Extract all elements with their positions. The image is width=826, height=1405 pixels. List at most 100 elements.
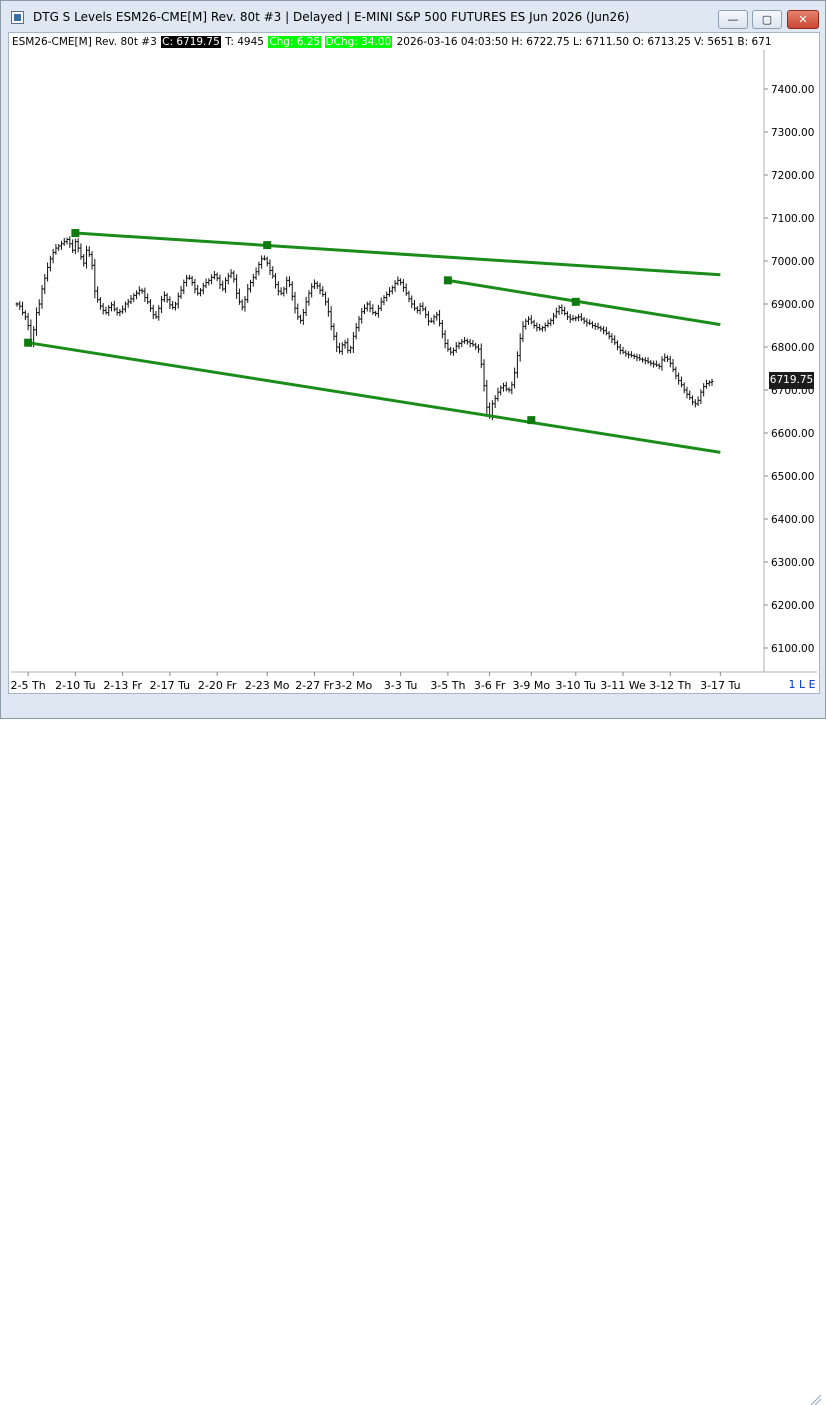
chart-panel[interactable]: 6100.00 6200.00 6300.00 6400.00 6500.00 6600.… — [8, 32, 820, 694]
ohlc-bar — [235, 274, 239, 299]
y-tick-label: 6100.00 — [771, 643, 814, 655]
title-bar[interactable]: DTG S Levels ESM26-CME[M] Rev. 80t #3 | … — [1, 1, 825, 33]
ohlc-bar — [652, 360, 656, 368]
ohlc-bar — [301, 308, 305, 325]
ohlc-bar — [265, 256, 269, 267]
ohlc-bar — [129, 294, 133, 305]
ohlc-bar — [324, 291, 328, 306]
trendline-anchor[interactable] — [443, 276, 452, 285]
ohlc-bar — [310, 283, 314, 298]
ohlc-bar — [463, 336, 467, 344]
ohlc-bar — [243, 296, 247, 312]
last-price-tag: 6719.75 — [769, 372, 814, 389]
ohlc-bar — [415, 306, 419, 314]
ohlc-bar — [257, 261, 261, 276]
ohlc-bar — [59, 240, 63, 250]
ohlc-bar — [351, 331, 355, 354]
close-value: C: 6719.75 — [161, 36, 221, 48]
ohlc-bar — [43, 274, 47, 295]
ohlc-bar — [613, 335, 617, 345]
ohlc-bar — [407, 290, 411, 303]
le-badge[interactable]: 1 L E — [786, 677, 818, 692]
ohlc-bar — [337, 342, 341, 354]
close-button[interactable]: ✕ — [787, 10, 819, 29]
x-tick-label: 3-2 Mo — [335, 679, 373, 692]
ohlc-bar — [271, 266, 275, 279]
ohlc-bar — [527, 316, 531, 325]
x-tick-label: 2-27 Fr — [295, 679, 334, 692]
ohlc-bar — [304, 296, 308, 316]
y-tick-label: 6500.00 — [771, 471, 814, 483]
minimize-button[interactable]: — — [718, 10, 748, 29]
ohlc-bar — [224, 277, 227, 293]
trendline[interactable] — [443, 276, 721, 327]
ohlc-bar — [668, 355, 672, 368]
ohlc-bar — [332, 323, 336, 341]
x-tick-label: 3-17 Tu — [700, 679, 740, 692]
ohlc-bar — [340, 342, 344, 355]
trendline[interactable] — [71, 229, 721, 277]
ohlc-bar — [260, 255, 264, 269]
ohlc-bar — [710, 378, 714, 386]
ohlc-bar — [401, 279, 405, 292]
ohlc-bar — [51, 248, 55, 264]
ohlc-bar — [585, 318, 589, 327]
trendline-anchor[interactable] — [263, 241, 272, 250]
ohlc-bar — [393, 280, 397, 292]
ohlc-bar — [574, 315, 578, 322]
ohlc-bar — [179, 285, 183, 299]
ohlc-bar — [96, 286, 100, 303]
trendline-anchor[interactable] — [527, 416, 536, 425]
price-axis[interactable]: 6100.00 6200.00 6300.00 6400.00 6500.00 6600.… — [764, 84, 814, 655]
ohlc-bar — [226, 272, 230, 285]
ohlc-bar — [702, 383, 706, 397]
ohlc-bar — [143, 287, 147, 302]
trendline-anchor[interactable] — [24, 338, 33, 347]
ohlc-bar — [607, 331, 611, 340]
ohlc-bar — [379, 297, 383, 311]
maximize-button[interactable]: ▢ — [752, 10, 782, 29]
ohlc-bar — [524, 318, 528, 330]
ohlc-bar — [218, 274, 222, 290]
price-chart[interactable]: 6100.00 6200.00 6300.00 6400.00 6500.00 6600.… — [9, 33, 819, 693]
ohlc-bar — [190, 275, 194, 286]
ohlc-bar — [40, 284, 44, 309]
ohlc-bar — [663, 353, 667, 363]
ohlc-bar — [232, 270, 236, 283]
ohlc-bar — [354, 322, 358, 340]
ohlc-bar — [460, 339, 464, 348]
ohlc-bar — [476, 344, 480, 353]
trendlines[interactable] — [24, 229, 721, 454]
time-axis[interactable]: 2-5 Th 2-10 Tu 2-13 Fr 2-17 Tu 2-20 Fr 2-23 M… — [11, 672, 741, 692]
ohlc-bar — [221, 280, 225, 292]
ohlc-bar — [87, 246, 91, 257]
ohlc-bar — [474, 342, 478, 350]
ohlc-bar — [679, 376, 683, 388]
y-tick-label: 6300.00 — [771, 557, 814, 569]
ohlc-bar — [693, 399, 697, 408]
app-icon[interactable] — [11, 11, 24, 24]
resize-grip-icon[interactable] — [809, 1393, 821, 1405]
trendline[interactable] — [24, 338, 721, 454]
ohlc-bar — [229, 269, 233, 279]
ohlc-bar — [287, 276, 291, 288]
ohlc-bar — [629, 351, 633, 358]
ohlc-bar — [691, 395, 695, 406]
ohlc-bar — [165, 293, 169, 303]
ohlc-bar — [276, 281, 280, 296]
ohlc-bar — [290, 281, 294, 301]
ohlc-bar — [449, 346, 453, 356]
ohlc-bar — [110, 301, 114, 312]
ohlc-bar — [396, 276, 400, 286]
trendline-anchor[interactable] — [571, 297, 580, 306]
ohlc-bar — [237, 288, 241, 305]
ohlc-bar — [48, 255, 52, 272]
ohlc-bar — [357, 316, 361, 332]
trendline-anchor[interactable] — [71, 229, 80, 238]
ohlc-bar — [365, 301, 369, 312]
ohlc-bar — [251, 273, 255, 287]
y-tick-label: 7100.00 — [771, 213, 814, 225]
y-tick-label: 7400.00 — [771, 84, 814, 96]
ohlc-bar — [468, 339, 472, 348]
ohlc-bar — [504, 381, 508, 392]
